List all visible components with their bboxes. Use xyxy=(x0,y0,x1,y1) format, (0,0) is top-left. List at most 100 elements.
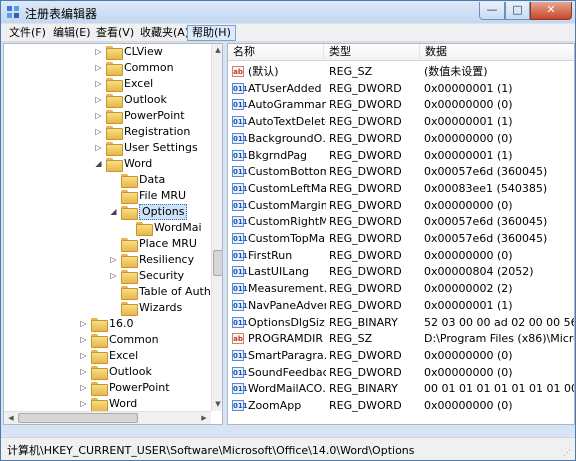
registry-value-row[interactable]: 011 AutoTextDelete REG_DWORD 0x00000001 (1) xyxy=(228,113,574,130)
tree-item[interactable]: ▷ Outlook xyxy=(4,92,209,108)
registry-value-row[interactable]: ab (默认) REG_SZ (数值未设置) xyxy=(228,63,574,80)
tree-vertical-scroll-thumb[interactable] xyxy=(213,250,222,276)
tree-item[interactable]: File MRU xyxy=(4,188,209,204)
tree-item[interactable]: ▷ Registration xyxy=(4,124,209,140)
value-name: BackgroundO… xyxy=(248,131,326,145)
expand-arrow-icon[interactable]: ▷ xyxy=(94,79,103,89)
registry-editor-icon xyxy=(7,6,19,18)
tree-item-label: User Settings xyxy=(124,141,198,154)
scroll-right-arrow-icon[interactable]: ▶ xyxy=(198,414,210,422)
menu-file[interactable]: 文件(F) xyxy=(5,25,50,41)
tree-vertical-scrollbar[interactable]: ▲ ▼ xyxy=(211,44,222,411)
tree-item-label: Registration xyxy=(124,125,191,138)
registry-value-row[interactable]: 011SmartParagra…REG_DWORD 0x00000000 (0) xyxy=(228,347,574,364)
scroll-left-arrow-icon[interactable]: ◀ xyxy=(5,414,17,422)
tree-item[interactable]: ◢ Options xyxy=(4,204,209,220)
value-name: CustomBottom… xyxy=(248,165,326,179)
tree-item[interactable]: ▷ PowerPoint xyxy=(4,108,209,124)
registry-value-row[interactable]: 011NavPaneAdver…REG_DWORD 0x00000001 (1) xyxy=(228,297,574,314)
registry-value-row[interactable]: 011CustomMargin…REG_DWORD 0x00000000 (0) xyxy=(228,197,574,214)
registry-value-row[interactable]: 011AutoGrammar…REG_DWORD 0x00000000 (0) xyxy=(228,96,574,113)
tree-item[interactable]: Place MRU xyxy=(4,236,209,252)
tree-item[interactable]: ▷ 16.0 xyxy=(4,316,209,332)
tree-item[interactable]: ◢ Word xyxy=(4,156,209,172)
registry-value-row[interactable]: 011CustomBottom…REG_DWORD 0x00057e6d (360… xyxy=(228,163,574,180)
value-data: 0x00000000 (0) xyxy=(424,399,513,412)
tree-item[interactable]: Wizards xyxy=(4,300,209,316)
value-name: OptionsDlgSiz… xyxy=(248,315,326,329)
binary-value-icon: 011 xyxy=(232,82,248,94)
expand-arrow-icon[interactable]: ▷ xyxy=(94,95,103,105)
column-header-name[interactable]: 名称 xyxy=(228,44,324,61)
collapse-arrow-icon[interactable]: ◢ xyxy=(94,159,103,169)
title-bar[interactable]: 注册表编辑器 — □ ✕ xyxy=(1,1,575,23)
tree-item[interactable]: ▷ Security xyxy=(4,268,209,284)
registry-value-row[interactable]: 011OptionsDlgSiz…REG_BINARY 52 03 00 00 a… xyxy=(228,314,574,331)
expand-arrow-icon[interactable]: ▷ xyxy=(94,111,103,121)
close-button[interactable]: ✕ xyxy=(530,2,572,20)
registry-value-row[interactable]: ab PROGRAMDIR REG_SZ D:\Program Files (x86)… xyxy=(228,330,574,347)
tree-item[interactable]: ▷ Common xyxy=(4,332,209,348)
tree-horizontal-scroll-thumb[interactable] xyxy=(18,413,138,423)
tree-item[interactable]: ▷ Word xyxy=(4,396,209,412)
registry-value-row[interactable]: 011 FirstRun REG_DWORD 0x00000000 (0) xyxy=(228,247,574,264)
tree-item[interactable]: Data xyxy=(4,172,209,188)
registry-value-row[interactable]: 011 BackgroundO… REG_DWORD 0x00000000 (0) xyxy=(228,130,574,147)
expand-arrow-icon[interactable]: ▷ xyxy=(109,271,118,281)
registry-value-row[interactable]: 011SoundFeedbackREG_DWORD 0x00000000 (0) xyxy=(228,364,574,381)
expand-arrow-icon[interactable]: ▷ xyxy=(94,127,103,137)
menu-edit[interactable]: 编辑(E) xyxy=(49,25,95,41)
tree-item[interactable]: ▷ Excel xyxy=(4,348,209,364)
expand-arrow-icon[interactable]: ▷ xyxy=(94,143,103,153)
value-data: 0x00057e6d (360045) xyxy=(424,165,548,179)
tree-item-label: Common xyxy=(124,61,174,74)
tree-item[interactable]: Table of Auth xyxy=(4,284,211,300)
value-type: REG_BINARY xyxy=(329,315,398,329)
registry-value-row[interactable]: 011 Measurement… REG_DWORD 0x00000002 (2) xyxy=(228,280,574,297)
binary-value-icon: 011 xyxy=(232,149,248,161)
expand-arrow-icon[interactable]: ▷ xyxy=(79,399,88,409)
menu-view[interactable]: 查看(V) xyxy=(92,25,138,41)
registry-value-row[interactable]: 011 BkgrndPag REG_DWORD 0x00000001 (1) xyxy=(228,147,574,164)
minimize-button[interactable]: — xyxy=(479,2,505,20)
registry-value-row[interactable]: 011 LastUILang REG_DWORD 0x00000804 (2052) xyxy=(228,263,574,280)
expand-arrow-icon[interactable]: ▷ xyxy=(94,47,103,57)
expand-arrow-icon[interactable]: ▷ xyxy=(79,383,88,393)
menu-help[interactable]: 帮助(H) xyxy=(187,25,236,41)
maximize-button[interactable]: □ xyxy=(505,2,530,20)
expand-arrow-icon[interactable]: ▷ xyxy=(79,319,88,329)
value-name: PROGRAMDIR xyxy=(248,332,324,346)
tree-item[interactable]: ▷ Excel xyxy=(4,76,209,92)
registry-value-row[interactable]: 011CustomRightM…REG_DWORD 0x00057e6d (360… xyxy=(228,213,574,230)
registry-value-row[interactable]: 011 ZoomApp REG_DWORD 0x00000000 (0) xyxy=(228,397,574,414)
expand-arrow-icon[interactable]: ▷ xyxy=(109,255,118,265)
registry-key-tree[interactable]: ▷ CLView ▷ Common ▷ Excel ▷ Outlook ▷ PowerPoint ▷… xyxy=(3,43,223,425)
tree-item[interactable]: ▷ Common xyxy=(4,60,209,76)
registry-value-row[interactable]: 011CustomLeftMa…REG_DWORD 0x00083ee1 (540… xyxy=(228,180,574,197)
registry-value-row[interactable]: 011 WordMailACO… REG_BINARY 00 01 01 01 01 … xyxy=(228,380,574,397)
column-header-type[interactable]: 类型 xyxy=(324,44,420,61)
scroll-up-arrow-icon[interactable]: ▲ xyxy=(212,46,222,54)
column-header-data[interactable]: 数据 xyxy=(420,44,574,61)
tree-item[interactable]: ▷ Outlook xyxy=(4,364,209,380)
scroll-down-arrow-icon[interactable]: ▼ xyxy=(212,400,222,408)
expand-arrow-icon[interactable]: ▷ xyxy=(79,351,88,361)
collapse-arrow-icon[interactable]: ◢ xyxy=(109,207,118,217)
tree-item[interactable]: ▷ Resiliency xyxy=(4,252,209,268)
expand-arrow-icon[interactable]: ▷ xyxy=(79,335,88,345)
tree-item[interactable]: WordMai xyxy=(4,220,209,236)
registry-value-list[interactable]: 名称 类型 数据 ab (默认) REG_SZ (数值未设置) 011 ATUserAdd… xyxy=(227,43,575,425)
tree-item[interactable]: ▷ PowerPoint xyxy=(4,380,209,396)
registry-value-row[interactable]: 011CustomTopMa…REG_DWORD 0x00057e6d (3600… xyxy=(228,230,574,247)
tree-horizontal-scrollbar[interactable]: ◀ ▶ xyxy=(4,411,211,424)
expand-arrow-icon[interactable]: ▷ xyxy=(94,63,103,73)
tree-item[interactable]: ▷ User Settings xyxy=(4,140,209,156)
folder-icon xyxy=(106,126,123,140)
value-data: 0x00000000 (0) xyxy=(424,348,513,362)
tree-item[interactable]: ▷ CLView xyxy=(4,44,209,60)
expand-arrow-icon[interactable]: ▷ xyxy=(79,367,88,377)
binary-value-icon: 011 xyxy=(232,366,248,378)
registry-value-row[interactable]: 011 ATUserAdded REG_DWORD 0x00000001 (1) xyxy=(228,80,574,97)
menu-favorites[interactable]: 收藏夹(A) xyxy=(136,25,193,41)
resize-grip-icon[interactable]: ⋰ xyxy=(563,448,573,458)
